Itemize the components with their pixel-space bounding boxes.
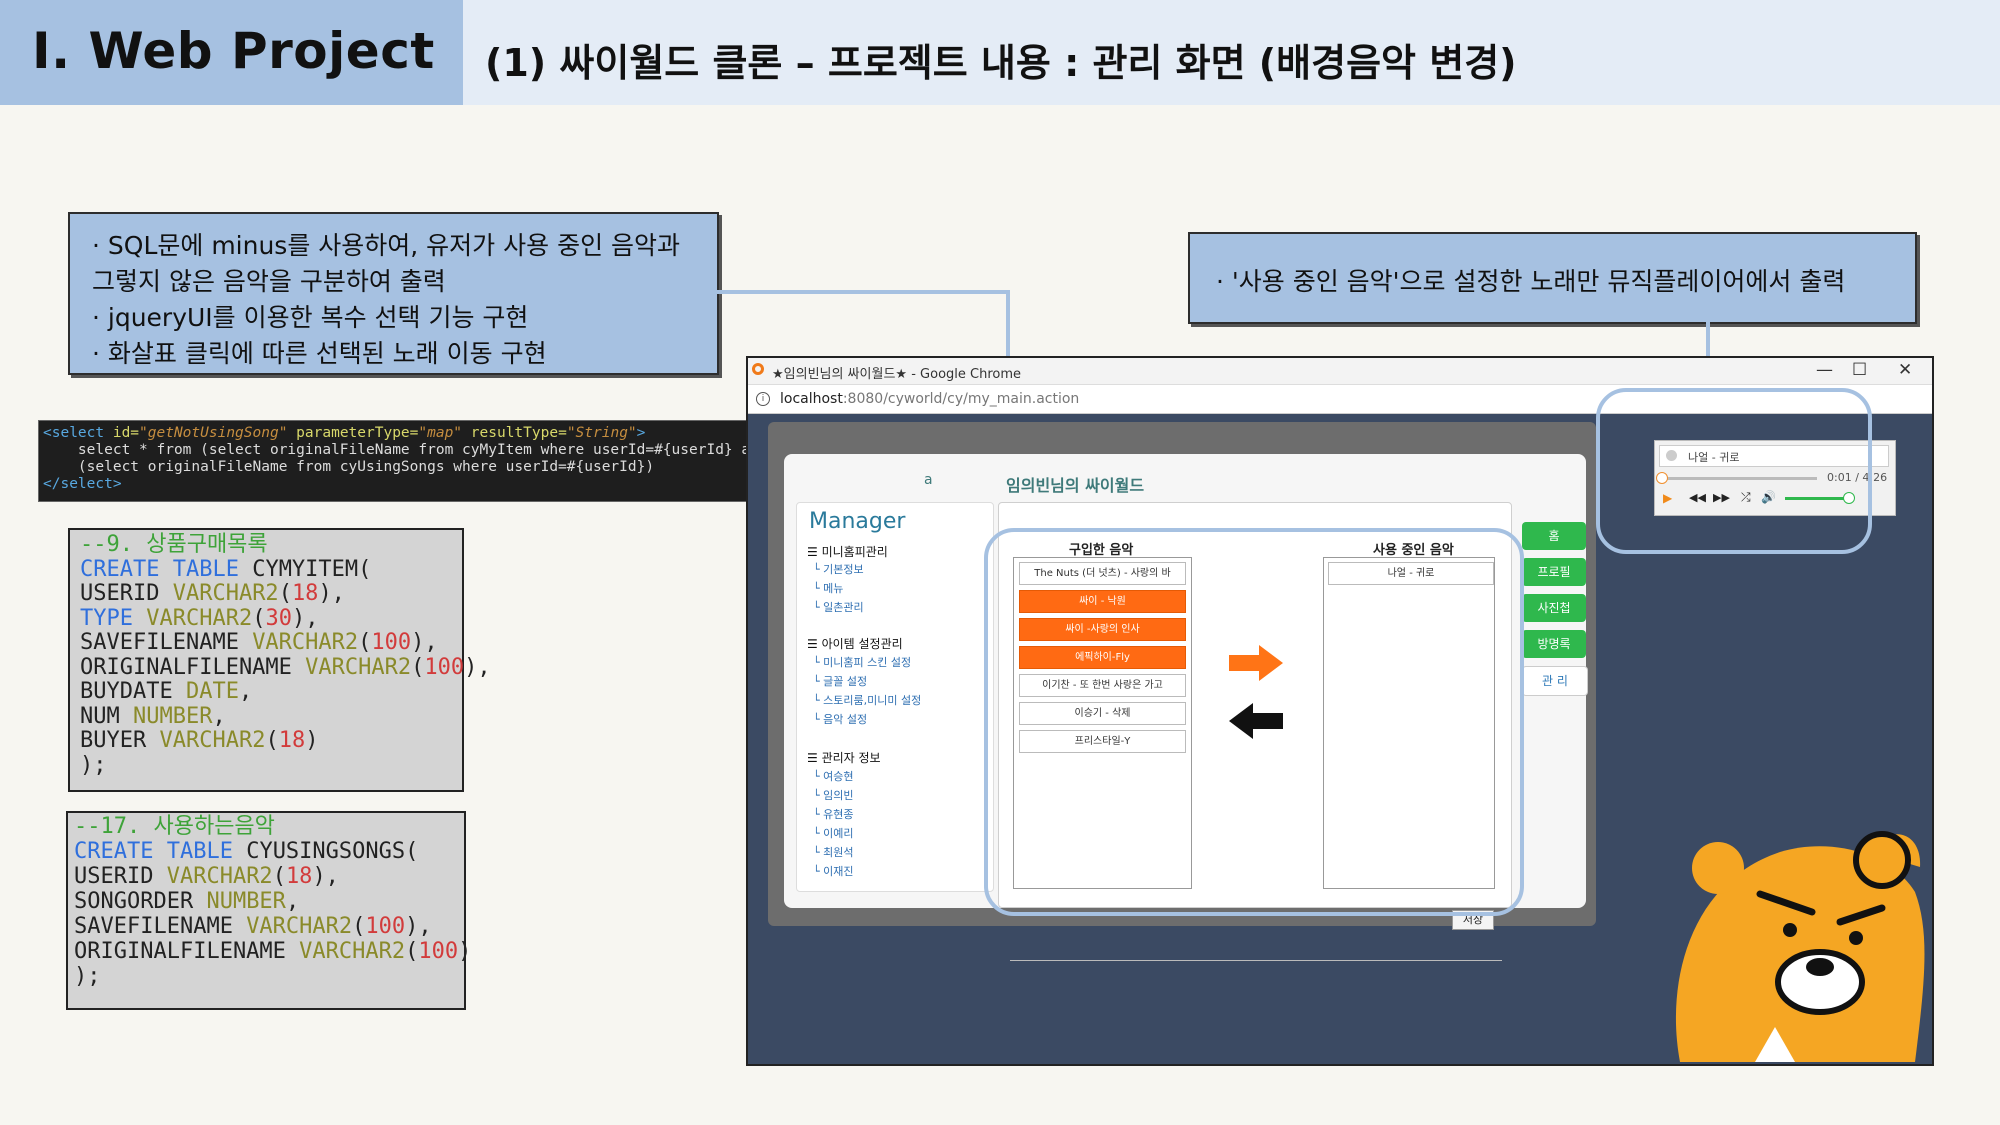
connector-line bbox=[716, 290, 1010, 294]
menu-item-admin[interactable]: └ 이재진 bbox=[813, 863, 854, 879]
info-icon: i bbox=[756, 392, 770, 406]
tab-manage[interactable]: 관 리 bbox=[1522, 666, 1588, 696]
section-header: Ⅰ. Web Project bbox=[0, 0, 463, 105]
tab-photos[interactable]: 사진첩 bbox=[1522, 594, 1586, 622]
menu-item-admin[interactable]: └ 유현종 bbox=[813, 806, 854, 822]
cy-home-link[interactable]: a bbox=[924, 472, 933, 488]
sql-line: </select> bbox=[43, 476, 122, 492]
slide-title-bar: (1) 싸이월드 클론 – 프로젝트 내용 : 관리 화면 (배경음악 변경) bbox=[463, 0, 2000, 105]
close-button[interactable]: ✕ bbox=[1898, 360, 1912, 380]
tab-profile[interactable]: 프로필 bbox=[1522, 558, 1586, 586]
menu-item-ilchon[interactable]: └ 일촌관리 bbox=[813, 599, 864, 615]
hamburger-icon: ☰ bbox=[807, 751, 822, 765]
ddl-cyusingsongs: --17. 사용하는음악 CREATE TABLE CYUSINGSONGS( … bbox=[66, 811, 471, 1010]
menu-item-skin[interactable]: └ 미니홈피 스킨 설정 bbox=[813, 654, 911, 670]
slide-title: (1) 싸이월드 클론 – 프로젝트 내용 : 관리 화면 (배경음악 변경) bbox=[485, 41, 1517, 85]
menu-item-admin[interactable]: └ 임의빈 bbox=[813, 787, 854, 803]
ddl-cymyitem: --9. 상품구매목록 CREATE TABLE CYMYITEM( USERI… bbox=[68, 528, 491, 792]
divider bbox=[1010, 960, 1502, 961]
note-line: 그렇지 않은 음악을 구분하여 출력 bbox=[92, 267, 446, 296]
feature-note-left: · SQL문에 minus를 사용하여, 유저가 사용 중인 음악과 그렇지 않… bbox=[68, 212, 719, 375]
menu-heading: ☰ 미니홈피관리 bbox=[807, 545, 888, 559]
highlight-song-lists bbox=[984, 528, 1524, 916]
hamburger-icon: ☰ bbox=[807, 637, 822, 651]
highlight-music-player bbox=[1596, 388, 1872, 554]
menu-heading: ☰ 관리자 정보 bbox=[807, 751, 881, 765]
browser-titlebar: ★임의빈님의 싸이월드★ - Google Chrome — ☐ ✕ bbox=[748, 358, 1932, 385]
menu-item-admin[interactable]: └ 이예리 bbox=[813, 825, 854, 841]
hamburger-icon: ☰ bbox=[807, 545, 822, 559]
tab-home[interactable]: 홈 bbox=[1522, 522, 1586, 550]
url-host: localhost bbox=[780, 391, 843, 407]
menu-item-music[interactable]: └ 음악 설정 bbox=[813, 711, 867, 727]
menu-item-basic-info[interactable]: └ 기본정보 bbox=[813, 561, 864, 577]
feature-note-right: · '사용 중인 음악'으로 설정한 노래만 뮤직플레이어에서 출력 bbox=[1188, 232, 1917, 324]
menu-item-storyroom[interactable]: └ 스토리룸,미니미 설정 bbox=[813, 692, 921, 708]
section-title: Ⅰ. Web Project bbox=[32, 22, 435, 80]
note-line: · jqueryUI를 이용한 복수 선택 기능 구현 bbox=[92, 303, 529, 332]
chrome-icon bbox=[752, 363, 764, 375]
manager-title: Manager bbox=[809, 509, 906, 534]
maximize-button[interactable]: ☐ bbox=[1852, 360, 1867, 380]
menu-heading: ☰ 아이템 설정관리 bbox=[807, 637, 903, 651]
menu-item-menu[interactable]: └ 메뉴 bbox=[813, 580, 843, 596]
ryan-character-image bbox=[1660, 812, 1930, 1066]
sql-line: (select originalFileName from cyUsingSon… bbox=[43, 459, 655, 475]
note-line: · '사용 중인 음악'으로 설정한 노래만 뮤직플레이어에서 출력 bbox=[1216, 267, 1846, 296]
note-line: · SQL문에 minus를 사용하여, 유저가 사용 중인 음악과 bbox=[92, 231, 681, 260]
tab-guestbook[interactable]: 방명록 bbox=[1522, 630, 1586, 658]
window-title: ★임의빈님의 싸이월드★ - Google Chrome bbox=[772, 367, 1022, 382]
menu-item-admin[interactable]: └ 여승현 bbox=[813, 768, 854, 784]
menu-item-font[interactable]: └ 글꼴 설정 bbox=[813, 673, 867, 689]
menu-item-admin[interactable]: └ 최원석 bbox=[813, 844, 854, 860]
note-line: · 화살표 클릭에 따른 선택된 노래 이동 구현 bbox=[92, 339, 547, 368]
cy-page-title: 임의빈님의 싸이월드 bbox=[1006, 476, 1145, 495]
manager-sidebar: Manager ☰ 미니홈피관리 └ 기본정보 └ 메뉴 └ 일촌관리 ☰ 아이… bbox=[796, 502, 994, 892]
url-path: :8080/cyworld/cy/my_main.action bbox=[842, 391, 1080, 407]
minimize-button[interactable]: — bbox=[1816, 360, 1833, 380]
